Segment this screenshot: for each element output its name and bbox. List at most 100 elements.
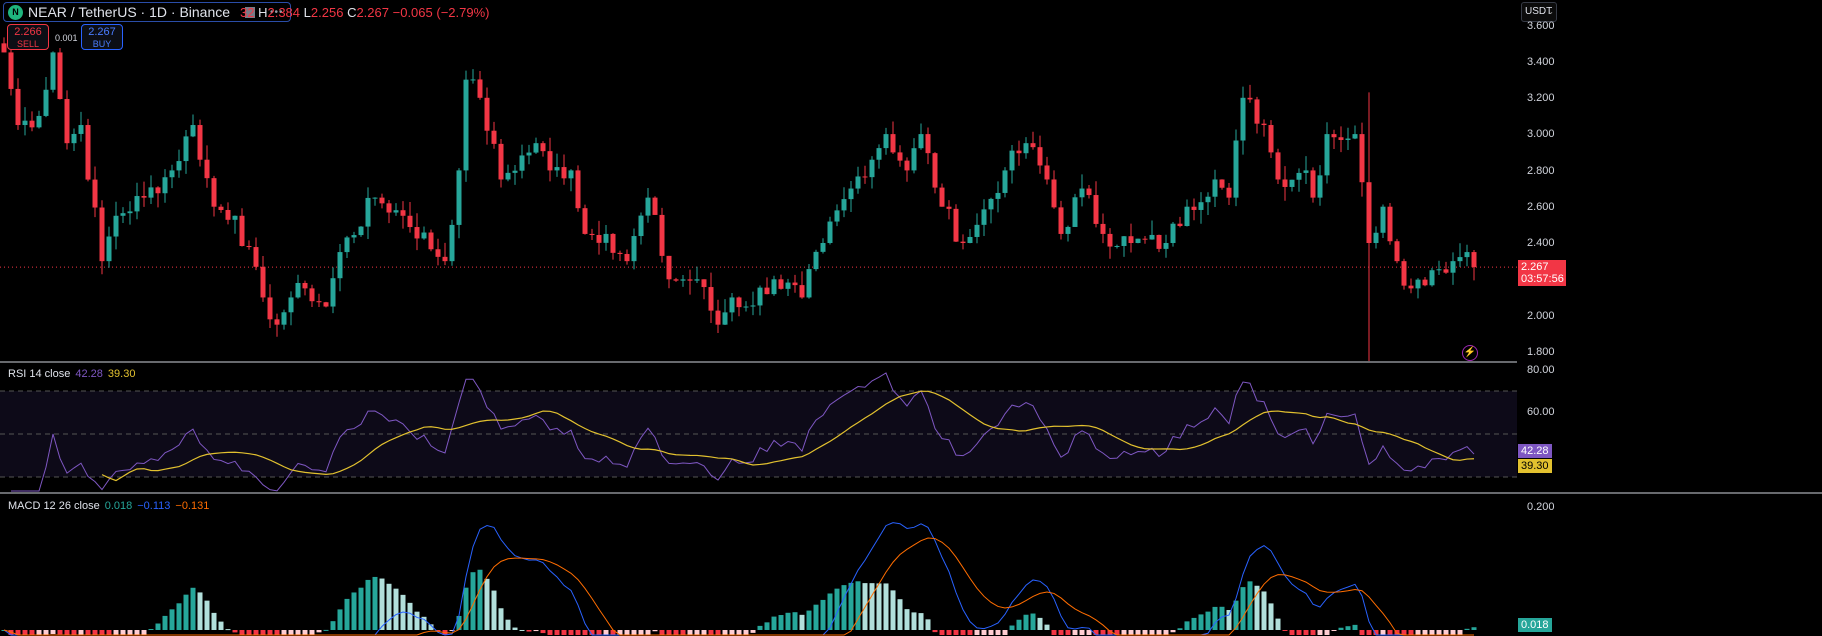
candle-body [463, 79, 469, 171]
candle-body [603, 233, 609, 243]
candle-body [708, 287, 714, 311]
candle-body [1422, 279, 1428, 286]
macd-histogram-bar [1464, 628, 1470, 630]
macd-histogram-bar [722, 630, 728, 635]
macd-histogram-bar [274, 630, 280, 635]
buy-price: 2.267 [88, 26, 116, 38]
candle-body [1373, 232, 1379, 243]
candle-body [1142, 238, 1148, 240]
macd-histogram-bar [715, 630, 721, 635]
macd-histogram-bar [568, 630, 574, 635]
macd-histogram-bar [708, 630, 714, 635]
rsi-value-tag: 42.28 [1518, 444, 1552, 458]
candle-body [960, 241, 966, 243]
macd-histogram-bar [281, 630, 287, 635]
candle-body [1198, 202, 1204, 210]
candle-body [715, 310, 721, 325]
macd-histogram-bar [932, 630, 938, 633]
candle-body [533, 143, 539, 153]
macd-histogram-bar [1359, 630, 1365, 635]
macd-histogram-bar [1429, 630, 1435, 635]
price-axis-label: 2.400 [1527, 237, 1555, 249]
macd-histogram-bar [918, 613, 924, 630]
bar-countdown: 03:57:56 [1521, 273, 1564, 285]
candle-body [743, 306, 749, 308]
candle-body [526, 152, 532, 156]
candle-body [981, 209, 987, 225]
macd-histogram-bar [225, 629, 231, 631]
macd-histogram-bar [1044, 624, 1050, 630]
macd-histogram-bar [960, 630, 966, 635]
candle-body [1429, 270, 1435, 286]
low-label: L [303, 5, 311, 20]
macd-histogram-bar [43, 630, 49, 635]
macd-histogram-bar [99, 630, 105, 635]
candle-body [883, 134, 889, 149]
candle-body [232, 215, 238, 220]
high-value: 2.384 [267, 5, 301, 20]
candle-body [1037, 147, 1043, 166]
macd-histogram-bar [78, 630, 84, 635]
macd-histogram-bar [547, 630, 553, 635]
macd-histogram-bar [1079, 630, 1085, 635]
macd-histogram-bar [946, 630, 952, 635]
candle-body [1107, 233, 1113, 247]
macd-histogram-bar [358, 587, 364, 630]
macd-histogram-bar [365, 579, 371, 630]
candle-body [428, 232, 434, 250]
candle-body [1310, 170, 1316, 198]
rsi-legend[interactable]: RSI 14 close 42.28 39.30 [8, 368, 135, 380]
candle-body [1170, 223, 1176, 243]
macd-histogram-bar [1450, 630, 1456, 635]
macd-histogram-bar [603, 630, 609, 635]
macd-histogram-bar [1282, 630, 1288, 631]
macd-histogram-bar [309, 630, 315, 635]
candle-body [435, 249, 441, 257]
candle-body [512, 170, 518, 173]
macd-histogram-bar [1289, 630, 1295, 635]
sell-button[interactable]: 2.266 SELL [7, 24, 49, 50]
macd-histogram-bar [211, 612, 217, 630]
macd-histogram-bar [36, 630, 42, 635]
candle-body [1219, 179, 1225, 188]
macd-histogram-bar [1436, 630, 1442, 635]
macd-histogram-bar [638, 630, 644, 635]
candle-body [470, 79, 476, 81]
macd-histogram-bar [1275, 618, 1281, 630]
price-axis-label: 3.600 [1527, 20, 1555, 32]
candle-body [477, 79, 483, 98]
candle-body [652, 197, 658, 215]
candle-body [778, 279, 784, 289]
currency-selector[interactable]: ⌄ USDT [1521, 2, 1557, 22]
macd-histogram-bar [925, 619, 931, 630]
macd-histogram-bar [498, 608, 504, 630]
candle-body [939, 187, 945, 207]
macd-histogram-bar [393, 588, 399, 630]
price-axis-label: 3.400 [1527, 56, 1555, 68]
macd-histogram-bar [134, 630, 140, 635]
macd-histogram-bar [1338, 627, 1344, 630]
macd-histogram-bar [386, 583, 392, 630]
lightning-icon[interactable]: ⚡ [1462, 345, 1478, 361]
macd-histogram-bar [785, 612, 791, 630]
macd-histogram-bar [596, 630, 602, 635]
candle-body [645, 197, 651, 216]
candle-body [379, 197, 385, 204]
macd-legend[interactable]: MACD 12 26 close 0.018 −0.113 −0.131 [8, 500, 209, 512]
macd-histogram-bar [155, 623, 161, 630]
candle-body [1009, 150, 1015, 171]
macd-histogram-bar [687, 630, 693, 635]
candle-body [974, 224, 980, 237]
macd-line [3, 522, 1474, 636]
candle-body [540, 143, 546, 152]
macd-histogram-bar [50, 630, 56, 635]
macd-histogram-bar [1002, 630, 1008, 635]
candle-body [995, 192, 1001, 199]
macd-histogram-bar [456, 615, 462, 630]
last-price-tag: 2.267 03:57:56 [1518, 260, 1566, 286]
macd-histogram-bar [533, 630, 539, 632]
buy-button[interactable]: 2.267 BUY [81, 24, 123, 50]
candle-body [1254, 99, 1260, 124]
candle-body [71, 133, 77, 144]
macd-histogram-bar [120, 630, 126, 635]
